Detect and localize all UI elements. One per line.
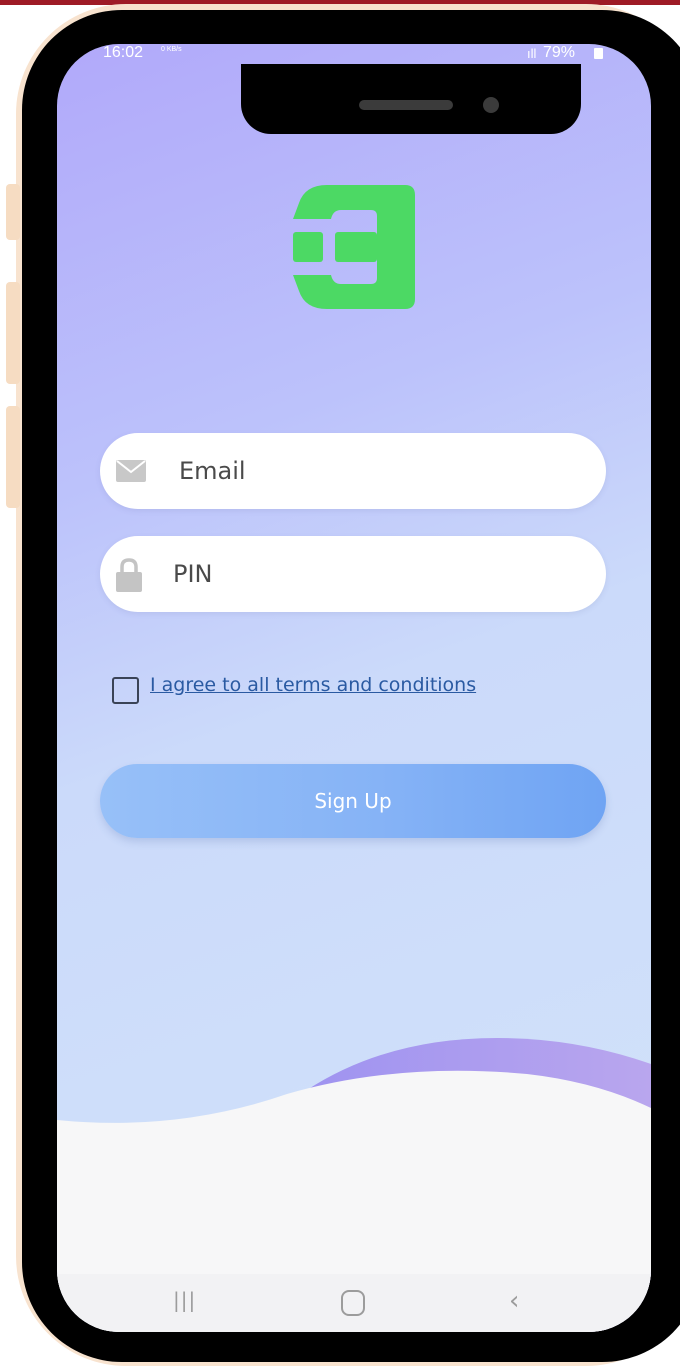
terms-checkbox[interactable] [112, 677, 139, 704]
terms-link[interactable]: I agree to all terms and conditions [150, 674, 476, 696]
app-logo-icon [293, 185, 415, 309]
recent-apps-icon[interactable]: ||| [173, 1288, 196, 1312]
back-icon[interactable]: ‹ [509, 1286, 519, 1316]
status-bar: 16:02 0 KB/s ıll 79% [57, 44, 651, 66]
mail-icon [116, 460, 146, 482]
battery-percentage: 79% [543, 44, 576, 61]
volume-up-button [6, 282, 20, 384]
speaker-grille [359, 100, 453, 110]
pin-field[interactable]: PIN [100, 536, 606, 612]
front-camera [483, 97, 499, 113]
system-nav-bar: ||| ‹ [57, 1274, 651, 1332]
volume-down-button [6, 406, 20, 508]
lock-icon [116, 558, 142, 592]
email-field[interactable]: Email [100, 433, 606, 509]
sign-up-button[interactable]: Sign Up [100, 764, 606, 838]
signal-icon: ıll [527, 46, 537, 61]
battery-icon [594, 48, 603, 59]
home-icon[interactable] [341, 1290, 365, 1316]
email-placeholder: Email [179, 457, 246, 485]
phone-screen: 16:02 0 KB/s ıll 79% Email PIN I agree t… [57, 44, 651, 1332]
side-button [6, 184, 20, 240]
sign-up-label: Sign Up [314, 789, 392, 813]
net-speed-indicator: 0 KB/s [161, 46, 182, 53]
pin-placeholder: PIN [173, 560, 213, 588]
phone-notch [241, 64, 581, 134]
status-time: 16:02 [103, 44, 144, 61]
